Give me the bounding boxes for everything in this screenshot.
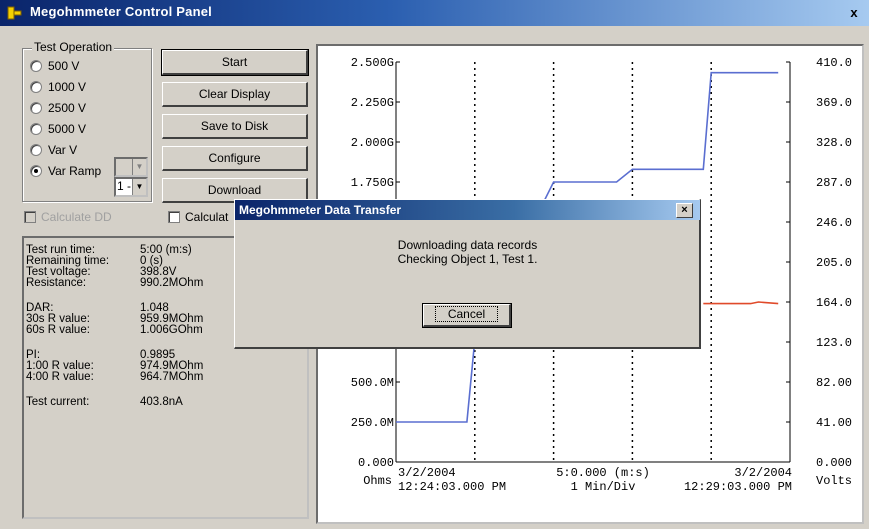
dialog-title[interactable]: Megohmmeter Data Transfer — [235, 200, 700, 220]
calculate-dd-checkbox: Calculate DD — [24, 210, 112, 224]
x-center-scale: 1 Min/Div — [571, 480, 636, 494]
radio-2500-v[interactable]: 2500 V — [30, 100, 86, 116]
checkbox-box — [24, 211, 36, 223]
ohms-unit-label: Ohms — [363, 474, 392, 488]
close-icon[interactable]: × — [676, 203, 693, 218]
result-label: 4:00 R value: — [26, 371, 94, 383]
radio-dot[interactable] — [30, 102, 42, 114]
left-tick-label: 500.0M — [351, 376, 394, 390]
dialog-message-line2: Checking Object 1, Test 1. — [397, 252, 538, 266]
right-tick-label: 287.0 — [816, 176, 852, 190]
radio-label: Var V — [48, 143, 78, 157]
radio-label: Var Ramp — [48, 164, 102, 178]
radio-var-v[interactable]: Var V — [30, 142, 77, 158]
radio-5000-v[interactable]: 5000 V — [30, 121, 86, 137]
radio-dot[interactable] — [30, 144, 42, 156]
var-ramp-combo[interactable]: 1 - ▼ — [114, 177, 148, 197]
chevron-down-icon: ▼ — [132, 159, 146, 175]
close-icon[interactable]: x — [845, 4, 863, 21]
checkbox-box[interactable] — [168, 211, 180, 223]
result-label: Test current: — [26, 396, 90, 408]
radio-dot[interactable] — [30, 123, 42, 135]
window-title: Megohmmeter Control Panel — [30, 4, 212, 19]
right-tick-label: 0.000 — [816, 456, 852, 470]
var-v-combo: ▼ — [114, 157, 148, 177]
right-tick-label: 164.0 — [816, 296, 852, 310]
data-transfer-dialog: Megohmmeter Data Transfer × Downloading … — [234, 199, 701, 349]
configure-button[interactable]: Configure — [162, 146, 308, 171]
x-center-span: 5:0.000 (m:s) — [556, 466, 650, 480]
calculate-checkbox[interactable]: Calculat — [168, 210, 228, 224]
radio-1000-v[interactable]: 1000 V — [30, 79, 86, 95]
cancel-label: Cancel — [434, 306, 499, 322]
result-value: 990.2MOhm — [140, 277, 204, 289]
dialog-message-line1: Downloading data records — [397, 238, 538, 252]
radio-var-ramp[interactable]: Var Ramp — [30, 163, 101, 179]
start-button[interactable]: Start — [161, 49, 309, 76]
cancel-button[interactable]: Cancel — [422, 303, 512, 328]
radio-label: 500 V — [48, 59, 80, 73]
result-label: 60s R value: — [26, 324, 90, 336]
right-tick-label: 205.0 — [816, 256, 852, 270]
left-tick-label: 250.0M — [351, 416, 394, 430]
right-tick-label: 369.0 — [816, 96, 852, 110]
right-tick-label: 41.00 — [816, 416, 852, 430]
calculate-label: Calculat — [185, 210, 229, 224]
right-tick-label: 246.0 — [816, 216, 852, 230]
left-tick-label: 2.250G — [351, 96, 394, 110]
radio-dot[interactable] — [30, 60, 42, 72]
title-bar[interactable]: Megohmmeter Control Panel x — [0, 0, 869, 26]
volts-unit-label: Volts — [816, 474, 852, 488]
left-tick-label: 0.000 — [358, 456, 394, 470]
result-value: 403.8nA — [140, 396, 183, 408]
right-tick-label: 123.0 — [816, 336, 852, 350]
result-label: Resistance: — [26, 277, 87, 289]
result-value: 964.7MOhm — [140, 371, 204, 383]
x-end-date: 3/2/2004 — [734, 466, 792, 480]
result-value: 1.006GOhm — [140, 324, 203, 336]
radio-label: 5000 V — [48, 122, 87, 136]
x-start-time: 12:24:03.000 PM — [398, 480, 506, 494]
save-to-disk-button[interactable]: Save to Disk — [162, 114, 308, 139]
left-tick-label: 2.000G — [351, 136, 394, 150]
left-tick-label: 2.500G — [351, 56, 394, 70]
resistance-series-line — [703, 301, 779, 305]
right-tick-label: 410.0 — [816, 56, 852, 70]
radio-dot[interactable] — [30, 165, 42, 177]
calculate-dd-label: Calculate DD — [41, 210, 112, 224]
radio-label: 1000 V — [48, 80, 87, 94]
right-tick-label: 328.0 — [816, 136, 852, 150]
radio-500-v[interactable]: 500 V — [30, 58, 79, 74]
radio-dot[interactable] — [30, 81, 42, 93]
x-end-time: 12:29:03.000 PM — [684, 480, 792, 494]
app-plug-icon — [7, 6, 22, 20]
megohmmeter-window: Megohmmeter Control Panel x Test Operati… — [0, 0, 869, 529]
clear-display-button[interactable]: Clear Display — [162, 82, 308, 107]
test-operation-legend: Test Operation — [32, 40, 115, 54]
chevron-down-icon[interactable]: ▼ — [132, 179, 146, 195]
left-tick-label: 1.750G — [351, 176, 394, 190]
radio-label: 2500 V — [48, 101, 87, 115]
right-tick-label: 82.00 — [816, 376, 852, 390]
x-start-date: 3/2/2004 — [398, 466, 456, 480]
